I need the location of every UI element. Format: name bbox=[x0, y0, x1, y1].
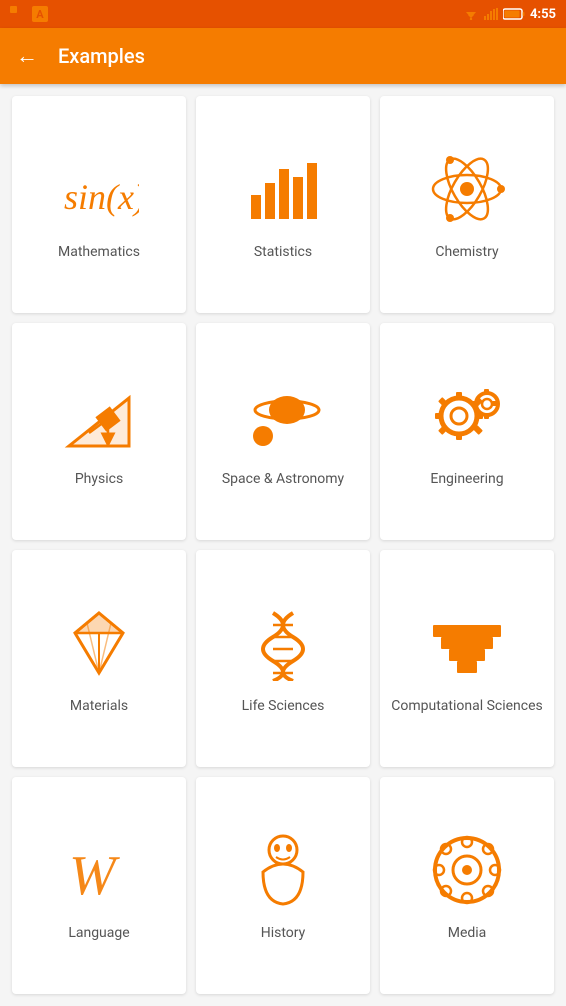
app-icon2: A bbox=[32, 6, 48, 22]
wifi-icon bbox=[463, 8, 479, 20]
space-astronomy-label: Space & Astronomy bbox=[222, 470, 344, 488]
mathematics-icon: sin(x) bbox=[59, 149, 139, 229]
status-bar-right: 4:55 bbox=[463, 7, 556, 22]
statistics-icon bbox=[243, 149, 323, 229]
card-computational-sciences[interactable]: Computational Sciences bbox=[380, 550, 554, 767]
physics-label: Physics bbox=[75, 470, 123, 488]
card-grid: sin(x) Mathematics Statistics bbox=[0, 84, 566, 1006]
card-materials[interactable]: Materials bbox=[12, 550, 186, 767]
card-language[interactable]: W Language bbox=[12, 777, 186, 994]
time-display: 4:55 bbox=[530, 7, 556, 22]
physics-icon bbox=[59, 376, 139, 456]
card-life-sciences[interactable]: Life Sciences bbox=[196, 550, 370, 767]
card-statistics[interactable]: Statistics bbox=[196, 96, 370, 313]
materials-label: Materials bbox=[70, 697, 128, 715]
top-bar: ← Examples bbox=[0, 28, 566, 84]
language-label: Language bbox=[68, 924, 129, 942]
status-bar-left: A bbox=[10, 6, 48, 22]
media-icon bbox=[427, 830, 507, 910]
mathematics-label: Mathematics bbox=[58, 243, 140, 261]
signal-icon bbox=[484, 8, 498, 20]
media-label: Media bbox=[448, 924, 487, 942]
space-astronomy-icon bbox=[243, 376, 323, 456]
chemistry-label: Chemistry bbox=[435, 243, 498, 261]
battery-icon bbox=[503, 8, 525, 20]
back-button[interactable]: ← bbox=[16, 43, 38, 69]
life-sciences-label: Life Sciences bbox=[242, 697, 325, 715]
card-engineering[interactable]: Engineering bbox=[380, 323, 554, 540]
card-chemistry[interactable]: Chemistry bbox=[380, 96, 554, 313]
card-physics[interactable]: Physics bbox=[12, 323, 186, 540]
language-icon: W bbox=[59, 830, 139, 910]
card-media[interactable]: Media bbox=[380, 777, 554, 994]
engineering-icon bbox=[427, 376, 507, 456]
status-bar: A 4:55 bbox=[0, 0, 566, 28]
svg-text:A: A bbox=[36, 8, 44, 21]
svg-text:W: W bbox=[69, 845, 120, 907]
engineering-label: Engineering bbox=[430, 470, 503, 488]
materials-icon bbox=[59, 603, 139, 683]
card-history[interactable]: History bbox=[196, 777, 370, 994]
app-icon bbox=[10, 6, 26, 22]
page-title: Examples bbox=[58, 44, 145, 68]
history-label: History bbox=[261, 924, 306, 942]
statistics-label: Statistics bbox=[254, 243, 312, 261]
life-sciences-icon bbox=[243, 603, 323, 683]
card-mathematics[interactable]: sin(x) Mathematics bbox=[12, 96, 186, 313]
computational-sciences-icon bbox=[427, 603, 507, 683]
chemistry-icon bbox=[427, 149, 507, 229]
svg-text:sin(x): sin(x) bbox=[64, 177, 139, 217]
card-space-astronomy[interactable]: Space & Astronomy bbox=[196, 323, 370, 540]
computational-sciences-label: Computational Sciences bbox=[391, 697, 543, 715]
history-icon bbox=[243, 830, 323, 910]
